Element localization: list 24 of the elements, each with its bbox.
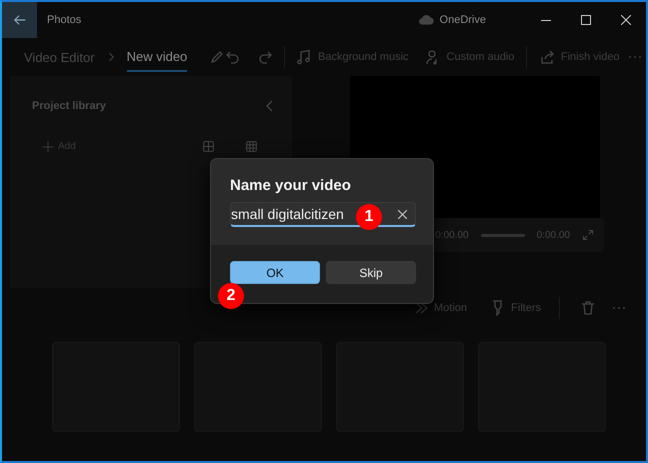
skip-button[interactable]: Skip	[326, 261, 416, 284]
close-icon	[621, 15, 631, 25]
back-arrow-icon	[12, 13, 26, 27]
music-note-icon	[296, 49, 312, 65]
fullscreen-icon	[582, 229, 594, 241]
dialog-title: Name your video	[230, 177, 352, 194]
breadcrumb-item[interactable]: Video Editor	[24, 44, 95, 70]
back-button[interactable]	[2, 2, 37, 38]
ok-button[interactable]: OK	[230, 261, 320, 284]
dense-grid-icon	[245, 140, 258, 153]
window-title: Photos	[47, 14, 82, 26]
share-icon	[538, 49, 555, 65]
maximize-icon	[581, 15, 591, 25]
plus-icon	[42, 140, 54, 152]
grid-view-icon	[202, 140, 215, 153]
clear-icon[interactable]	[398, 210, 407, 219]
onedrive-label: OneDrive	[440, 14, 486, 26]
pencil-icon	[209, 49, 226, 65]
trash-icon	[580, 300, 596, 316]
breadcrumb-item[interactable]: New video	[126, 42, 188, 72]
seek-bar[interactable]	[480, 234, 525, 236]
redo-icon	[257, 49, 274, 65]
undo-icon	[225, 49, 242, 65]
panel-title: Project library	[32, 100, 106, 112]
